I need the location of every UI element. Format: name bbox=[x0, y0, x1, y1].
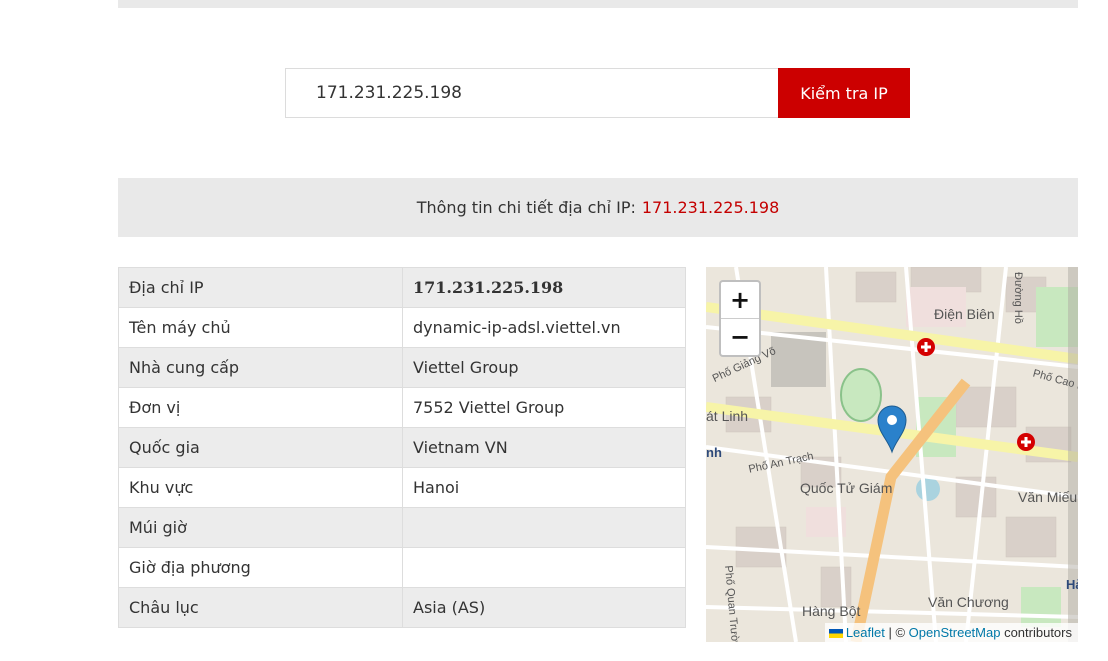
detail-value: Viettel Group bbox=[402, 347, 686, 388]
table-row: Tên máy chủ dynamic-ip-adsl.viettel.vn bbox=[118, 307, 686, 348]
detail-key: Khu vực bbox=[118, 467, 403, 508]
map-label: át Linh bbox=[706, 408, 749, 424]
map-label: nh bbox=[706, 445, 722, 460]
ip-input[interactable] bbox=[285, 68, 778, 118]
ip-search-form: Kiểm tra IP bbox=[285, 68, 910, 118]
check-ip-button[interactable]: Kiểm tra IP bbox=[778, 68, 910, 118]
map-label: Đường Hồ bbox=[1012, 272, 1024, 324]
leaflet-link[interactable]: Leaflet bbox=[846, 625, 885, 640]
detail-value: Hanoi bbox=[402, 467, 686, 508]
attribution-contributors: contributors bbox=[1000, 625, 1072, 640]
table-row: Quốc gia Vietnam VN bbox=[118, 427, 686, 468]
detail-value: Vietnam VN bbox=[402, 427, 686, 468]
map-label: Điện Biên bbox=[934, 306, 995, 322]
detail-value bbox=[402, 547, 686, 588]
map-label: Hàng Bột bbox=[802, 603, 861, 619]
table-row: Đơn vị 7552 Viettel Group bbox=[118, 387, 686, 428]
table-row: Nhà cung cấp Viettel Group bbox=[118, 347, 686, 388]
map-attribution: Leaflet | © OpenStreetMap contributors bbox=[824, 623, 1078, 642]
top-bar bbox=[118, 0, 1078, 8]
map-label: Quốc Tử Giám bbox=[800, 480, 893, 496]
location-marker-icon[interactable] bbox=[876, 404, 908, 454]
detail-key: Đơn vị bbox=[118, 387, 403, 428]
attribution-separator: | © bbox=[884, 625, 909, 640]
table-row: Giờ địa phương bbox=[118, 547, 686, 588]
detail-key: Châu lục bbox=[118, 587, 403, 628]
detail-key: Giờ địa phương bbox=[118, 547, 403, 588]
detail-value: 171.231.225.198 bbox=[402, 267, 686, 308]
ukraine-flag-icon bbox=[828, 629, 843, 638]
table-row: Khu vực Hanoi bbox=[118, 467, 686, 508]
info-ip: 171.231.225.198 bbox=[641, 198, 780, 217]
map-label: Hà bbox=[1066, 577, 1078, 592]
table-row: Châu lục Asia (AS) bbox=[118, 587, 686, 628]
table-row: Múi giờ bbox=[118, 507, 686, 548]
detail-key: Múi giờ bbox=[118, 507, 403, 548]
detail-key: Quốc gia bbox=[118, 427, 403, 468]
zoom-control: + − bbox=[719, 280, 761, 357]
ip-details-table: Địa chỉ IP 171.231.225.198 Tên máy chủ d… bbox=[118, 267, 686, 628]
detail-value: 7552 Viettel Group bbox=[402, 387, 686, 428]
detail-value bbox=[402, 507, 686, 548]
info-label: Thông tin chi tiết địa chỉ IP: bbox=[416, 198, 636, 217]
table-row: Địa chỉ IP 171.231.225.198 bbox=[118, 267, 686, 308]
ip-info-header: Thông tin chi tiết địa chỉ IP: 171.231.2… bbox=[118, 178, 1078, 237]
detail-key: Tên máy chủ bbox=[118, 307, 403, 348]
location-map[interactable]: Điện Biên Đường Hồ Phố Giảng Võ Phố Cao … bbox=[706, 267, 1078, 642]
detail-value: Asia (AS) bbox=[402, 587, 686, 628]
zoom-out-button[interactable]: − bbox=[721, 319, 759, 355]
osm-link[interactable]: OpenStreetMap bbox=[909, 625, 1001, 640]
detail-key: Địa chỉ IP bbox=[118, 267, 403, 308]
map-label: Văn Miếu bbox=[1018, 489, 1078, 505]
map-label: Văn Chương bbox=[928, 594, 1009, 610]
detail-key: Nhà cung cấp bbox=[118, 347, 403, 388]
zoom-in-button[interactable]: + bbox=[721, 282, 759, 319]
detail-value: dynamic-ip-adsl.viettel.vn bbox=[402, 307, 686, 348]
